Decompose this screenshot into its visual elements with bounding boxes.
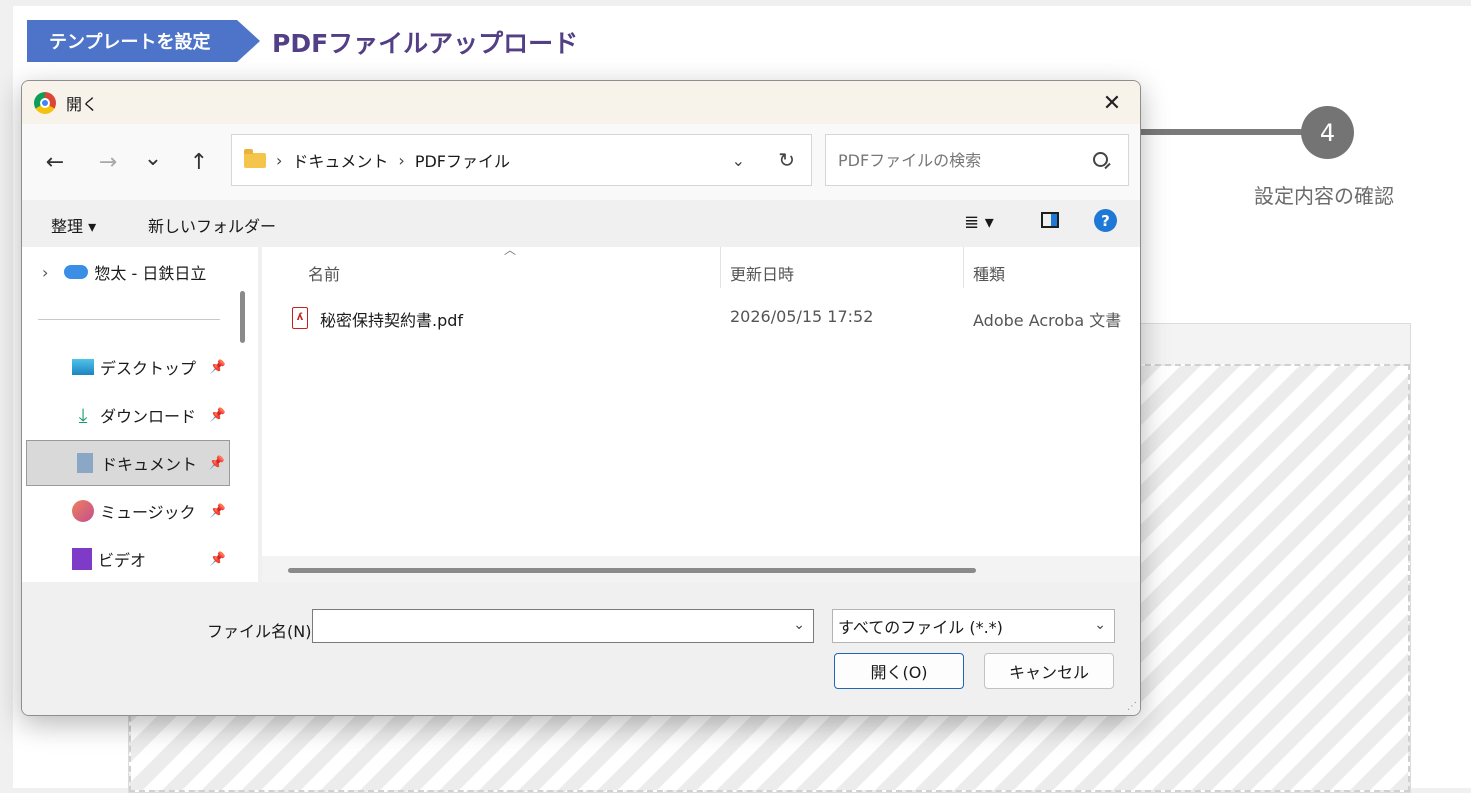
horizontal-scrollbar[interactable]: [262, 556, 1140, 582]
dialog-titlebar[interactable]: 開く ✕: [22, 81, 1140, 124]
open-button[interactable]: 開く(O): [834, 653, 964, 689]
sidebar-item-desktop[interactable]: デスクトップ 📌: [26, 344, 230, 390]
search-input[interactable]: [836, 149, 1080, 171]
sidebar-item-onedrive[interactable]: › 惣太 - 日鉄日立: [26, 249, 230, 295]
sidebar-item-music[interactable]: ミュージック 📌: [26, 488, 230, 534]
progress-line: [1130, 129, 1310, 135]
back-button[interactable]: ←: [39, 146, 71, 178]
file-open-dialog: 開く ✕ ← → ⌄ ↑ › ドキュメント › PDFファイル ⌄ ↻ 整理 ▾…: [21, 80, 1141, 716]
search-box[interactable]: [825, 134, 1129, 186]
dialog-title: 開く: [66, 94, 99, 114]
close-button[interactable]: ✕: [1098, 89, 1126, 117]
sidebar-item-documents[interactable]: ドキュメント 📌: [26, 440, 230, 486]
cancel-button[interactable]: キャンセル: [984, 653, 1114, 689]
preview-pane-icon[interactable]: [1041, 212, 1059, 228]
refresh-icon[interactable]: ↻: [778, 148, 795, 172]
file-name: 秘密保持契約書.pdf: [320, 311, 464, 330]
pin-icon[interactable]: 📌: [210, 504, 226, 519]
up-button[interactable]: ↑: [183, 146, 215, 178]
download-icon: ⤓: [78, 403, 88, 427]
file-row[interactable]: ʎ 秘密保持契約書.pdf 2026/05/15 17:52 Adobe Acr…: [262, 299, 1140, 335]
video-icon: [72, 548, 92, 570]
music-icon: [72, 500, 94, 522]
file-type: Adobe Acroba 文書: [973, 311, 1122, 330]
file-modified: 2026/05/15 17:52: [730, 307, 874, 326]
documents-icon: [77, 453, 93, 473]
folder-icon: [244, 148, 266, 168]
onedrive-cloud-icon: [64, 265, 89, 279]
column-header-modified[interactable]: 更新日時: [730, 257, 794, 288]
pin-icon[interactable]: 📌: [210, 360, 226, 375]
page-title: PDFファイルアップロード: [272, 29, 579, 58]
breadcrumb-documents[interactable]: ドキュメント: [292, 148, 388, 172]
navigation-bar: ← → ⌄ ↑ › ドキュメント › PDFファイル ⌄ ↻: [22, 124, 1140, 200]
dialog-footer: ファイル名(N): ⌄ すべてのファイル (*.*) ⌄ 開く(O) キャンセル…: [22, 582, 1140, 715]
column-divider[interactable]: [720, 247, 721, 288]
sidebar-item-downloads[interactable]: ⤓ ダウンロード 📌: [26, 392, 230, 438]
recent-locations-button[interactable]: ⌄: [137, 142, 169, 174]
breadcrumb-separator: ›: [398, 150, 405, 170]
file-list: ︿ 名前 更新日時 種類 ʎ 秘密保持契約書.pdf 2026/05/15 17…: [262, 243, 1140, 582]
breadcrumb-pdf-folder[interactable]: PDFファイル: [415, 148, 510, 172]
sort-ascending-icon: ︿: [504, 243, 517, 257]
chevron-right-icon[interactable]: ›: [42, 263, 48, 282]
address-bar[interactable]: › ドキュメント › PDFファイル ⌄ ↻: [231, 134, 812, 186]
step-4-circle: 4: [1301, 106, 1354, 159]
desktop-icon: [72, 359, 94, 375]
new-folder-button[interactable]: 新しいフォルダー: [148, 213, 276, 237]
breadcrumb-separator: ›: [276, 150, 283, 170]
column-header-type[interactable]: 種類: [973, 257, 1005, 288]
sidebar-item-label: ミュージック: [100, 503, 196, 522]
step-chip: テンプレートを設定: [27, 20, 260, 62]
chevron-down-icon[interactable]: ⌄: [1094, 617, 1106, 633]
filename-label: ファイル名(N):: [207, 622, 317, 641]
sidebar-scrollbar[interactable]: [240, 291, 245, 343]
pin-icon[interactable]: 📌: [209, 456, 225, 471]
filetype-value: すべてのファイル (*.*): [838, 618, 1003, 637]
resize-grip-icon[interactable]: ⋰: [1127, 701, 1137, 712]
sidebar-item-label: 惣太 - 日鉄日立: [94, 264, 207, 283]
horizontal-scroll-thumb[interactable]: [288, 568, 976, 573]
search-icon[interactable]: [1093, 152, 1108, 167]
column-header-name[interactable]: 名前: [308, 257, 340, 288]
sidebar-item-label: ダウンロード: [100, 407, 197, 426]
forward-button[interactable]: →: [92, 146, 124, 178]
organize-menu[interactable]: 整理 ▾: [51, 213, 96, 237]
divider: [38, 319, 220, 320]
sidebar-item-label: ドキュメント: [101, 455, 198, 474]
column-divider[interactable]: [963, 247, 964, 288]
filetype-select[interactable]: すべてのファイル (*.*) ⌄: [832, 609, 1115, 643]
address-dropdown-icon[interactable]: ⌄: [732, 151, 745, 170]
command-bar: 整理 ▾ 新しいフォルダー ≣ ▾ ?: [22, 200, 1140, 247]
pdf-icon: ʎ: [292, 307, 308, 329]
pin-icon[interactable]: 📌: [210, 408, 226, 423]
sidebar-item-label: ビデオ: [98, 551, 147, 570]
filename-input[interactable]: [319, 610, 783, 642]
navigation-pane: › 惣太 - 日鉄日立 デスクトップ 📌 ⤓ ダウンロード 📌 ドキュメント 📌…: [22, 247, 258, 582]
pin-icon[interactable]: 📌: [210, 552, 226, 567]
help-icon[interactable]: ?: [1094, 209, 1117, 232]
view-options-icon[interactable]: ≣ ▾: [964, 212, 994, 233]
sidebar-item-label: デスクトップ: [100, 359, 197, 378]
chevron-down-icon[interactable]: ⌄: [793, 617, 805, 633]
sidebar-item-videos[interactable]: ビデオ 📌: [26, 536, 230, 582]
step-4-caption: 設定内容の確認: [1254, 184, 1394, 208]
filename-combobox[interactable]: ⌄: [312, 609, 814, 643]
chrome-icon: [34, 91, 56, 114]
